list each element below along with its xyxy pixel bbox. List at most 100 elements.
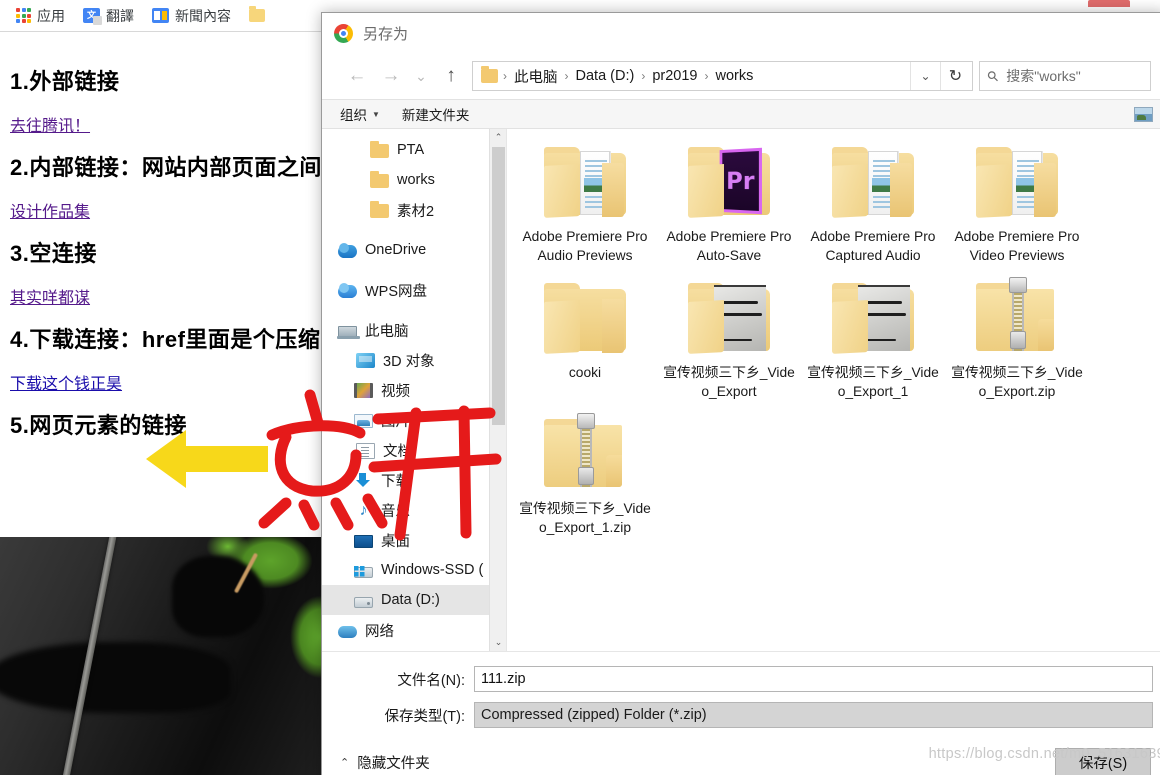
file-item[interactable]: Adobe Premiere Pro Audio Previews <box>513 139 657 275</box>
news-icon <box>152 8 169 23</box>
sidebar-item-desktop[interactable]: 桌面 <box>322 525 506 555</box>
up-button[interactable]: ↑ <box>434 61 468 91</box>
breadcrumb-this-pc[interactable]: 此电脑 <box>512 66 560 87</box>
organize-button[interactable]: 组织 ▼ <box>340 104 380 124</box>
chevron-up-icon: ⌃ <box>340 756 350 769</box>
save-as-dialog: 另存为 ← → ⌄ ↑ › 此电脑 › Data (D:) › pr2019 ›… <box>321 12 1160 775</box>
sidebar-item-windows-ssd[interactable]: Windows-SSD ( <box>322 555 506 585</box>
folder-documents-icon <box>538 143 632 221</box>
sidebar-item-works[interactable]: works <box>322 165 506 195</box>
bookmark-apps-label: 应用 <box>37 7 65 24</box>
navigation-sidebar: PTA works 素材2 OneDrive WPS网盘 此电脑 3D 对象 视… <box>322 129 507 651</box>
link-portfolio[interactable]: 设计作品集 <box>10 198 90 222</box>
sidebar-item-pta[interactable]: PTA <box>322 135 506 165</box>
sidebar-item-sucai2[interactable]: 素材2 <box>322 195 506 225</box>
filename-input[interactable]: 111.zip <box>474 666 1153 692</box>
sidebar-item-network[interactable]: 网络 <box>322 615 506 645</box>
onedrive-icon <box>338 243 357 258</box>
folder-icon <box>370 201 389 218</box>
sidebar-item-label: works <box>397 172 435 188</box>
savetype-row: 保存类型(T): Compressed (zipped) Folder (*.z… <box>322 702 1160 728</box>
sidebar-item-pictures[interactable]: 图片 <box>322 405 506 435</box>
hide-folders-button[interactable]: ⌃ 隐藏文件夹 <box>340 752 430 773</box>
forward-button[interactable]: → <box>374 61 408 91</box>
link-download[interactable]: 下载这个钱正昊 <box>10 370 122 394</box>
3d-objects-icon <box>356 353 375 368</box>
chrome-logo-icon <box>334 23 353 43</box>
sidebar-scrollbar[interactable]: ⌃ ⌄ <box>489 129 506 651</box>
file-item[interactable]: 宣传视频三下乡_Video_Export.zip <box>945 275 1089 411</box>
file-item[interactable]: Pr Adobe Premiere Pro Auto-Save <box>657 139 801 275</box>
sidebar-item-label: WPS网盘 <box>365 283 428 300</box>
file-name: Adobe Premiere Pro Captured Audio <box>810 229 936 263</box>
videos-icon <box>354 383 373 398</box>
sidebar-item-label: 此电脑 <box>365 323 409 340</box>
sidebar-item-wps-cloud[interactable]: WPS网盘 <box>322 275 506 305</box>
breadcrumb-data-d[interactable]: Data (D:) <box>574 68 637 84</box>
file-list: Adobe Premiere Pro Audio Previews Pr Ado… <box>507 129 1160 651</box>
browser-tab-indicator <box>1088 0 1130 7</box>
folder-documents-icon <box>826 143 920 221</box>
folder-icon <box>538 279 632 357</box>
bookmark-news-label: 新聞內容 <box>175 7 231 24</box>
sidebar-item-label: 图片 <box>381 413 410 430</box>
back-button[interactable]: ← <box>340 61 374 91</box>
file-item[interactable]: cooki <box>513 275 657 411</box>
folder-documents-icon <box>970 143 1064 221</box>
folder-icon <box>249 6 265 22</box>
zip-folder-icon <box>970 277 1064 357</box>
breadcrumb-separator: › <box>503 69 507 83</box>
file-item[interactable]: Adobe Premiere Pro Video Previews <box>945 139 1089 275</box>
file-item[interactable]: 宣传视频三下乡_Video_Export <box>657 275 801 411</box>
folder-premiere-icon: Pr <box>682 143 776 221</box>
address-bar[interactable]: › 此电脑 › Data (D:) › pr2019 › works ⌄ ↻ <box>472 61 973 91</box>
link-empty-anchor[interactable]: 其实咩都谋 <box>10 284 90 308</box>
sidebar-item-label: Data (D:) <box>381 592 440 608</box>
link-tencent[interactable]: 去往腾讯！ <box>10 112 90 136</box>
sidebar-item-label: 音乐 <box>381 503 410 520</box>
sidebar-item-3d-objects[interactable]: 3D 对象 <box>322 345 506 375</box>
bookmark-news[interactable]: 新聞內容 <box>146 4 237 28</box>
page-image <box>0 537 330 775</box>
view-layout-icon[interactable] <box>1134 106 1153 122</box>
sidebar-item-downloads[interactable]: 下载 <box>322 465 506 495</box>
sidebar-item-music[interactable]: ♪ 音乐 <box>322 495 506 525</box>
file-name: Adobe Premiere Pro Audio Previews <box>522 229 648 263</box>
search-input[interactable]: ⚲ 搜索"works" <box>979 61 1151 91</box>
sidebar-item-label: 网络 <box>365 623 394 640</box>
sidebar-item-data-d[interactable]: Data (D:) <box>322 585 506 615</box>
bookmark-translate[interactable]: 文 翻譯 <box>77 4 140 28</box>
file-name: 宣传视频三下乡_Video_Export.zip <box>951 365 1083 399</box>
scroll-up-icon[interactable]: ⌃ <box>490 129 506 146</box>
savetype-label: 保存类型(T): <box>384 708 465 725</box>
breadcrumb-pr2019[interactable]: pr2019 <box>650 68 699 84</box>
filename-value: 111.zip <box>481 671 526 687</box>
sidebar-item-label: 视频 <box>381 383 410 400</box>
save-button[interactable]: 保存(S) <box>1055 748 1151 775</box>
file-name: Adobe Premiere Pro Video Previews <box>954 229 1080 263</box>
scrollbar-thumb[interactable] <box>492 147 505 425</box>
sidebar-item-documents[interactable]: 文档 <box>322 435 506 465</box>
new-folder-button[interactable]: 新建文件夹 <box>402 104 470 124</box>
savetype-select[interactable]: Compressed (zipped) Folder (*.zip) <box>474 702 1153 728</box>
file-name: Adobe Premiere Pro Auto-Save <box>666 229 792 263</box>
chevron-down-icon[interactable]: ⌄ <box>910 62 940 90</box>
scroll-down-icon[interactable]: ⌄ <box>490 634 506 651</box>
sidebar-item-videos[interactable]: 视频 <box>322 375 506 405</box>
organize-label: 组织 <box>340 108 367 123</box>
breadcrumb-separator: › <box>564 69 569 83</box>
bookmark-folder[interactable] <box>243 6 271 24</box>
breadcrumb-works[interactable]: works <box>713 68 755 84</box>
documents-icon <box>356 442 375 459</box>
refresh-icon[interactable]: ↻ <box>940 62 970 90</box>
sidebar-item-this-pc[interactable]: 此电脑 <box>322 315 506 345</box>
bookmark-apps[interactable]: 应用 <box>10 4 71 28</box>
file-item[interactable]: 宣传视频三下乡_Video_Export_1.zip <box>513 411 657 547</box>
sidebar-item-onedrive[interactable]: OneDrive <box>322 235 506 265</box>
folder-poster-icon <box>826 279 920 357</box>
recent-locations-button[interactable]: ⌄ <box>408 61 434 91</box>
file-name: cooki <box>568 365 602 380</box>
file-item[interactable]: 宣传视频三下乡_Video_Export_1 <box>801 275 945 411</box>
music-icon: ♪ <box>359 501 368 519</box>
file-item[interactable]: Adobe Premiere Pro Captured Audio <box>801 139 945 275</box>
